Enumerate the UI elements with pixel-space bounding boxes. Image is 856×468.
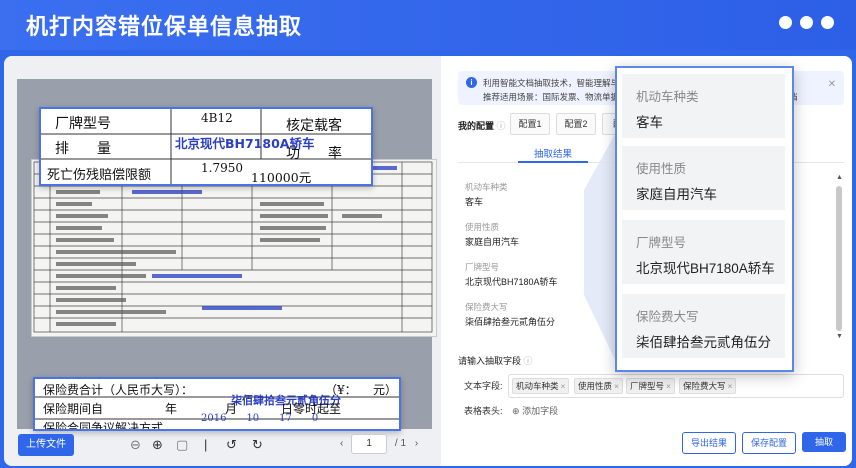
period-date: 2016 10 17 0 xyxy=(201,413,319,424)
popup-item: 厂牌型号 北京现代BH7180A轿车 xyxy=(622,220,785,284)
popup-value: 家庭自用汽车 xyxy=(636,187,717,202)
page-input[interactable]: 1 xyxy=(351,434,388,454)
dot-icon xyxy=(779,16,792,29)
table-header-label: 表格表头: xyxy=(464,406,503,416)
displacement-label: 排 量 xyxy=(55,141,111,157)
seat-label: 核定载客 xyxy=(286,118,342,134)
help-icon: ⓘ xyxy=(523,356,533,366)
field-value: 客车 xyxy=(465,197,484,207)
next-page-icon[interactable]: › xyxy=(415,438,418,449)
my-config-label: 我的配置 ⓘ xyxy=(458,121,506,131)
popup-item: 机动车种类 客车 xyxy=(622,74,785,138)
field-label: 保险费大写 xyxy=(465,302,508,312)
input-fields-label: 请输入抽取字段 ⓘ xyxy=(458,356,533,366)
fit-icon[interactable]: ▢ xyxy=(176,437,188,453)
config-tab-2[interactable]: 配置2 xyxy=(556,113,596,135)
remove-icon[interactable]: × xyxy=(728,381,733,391)
popup-label: 保险费大写 xyxy=(636,310,699,324)
tab-underline xyxy=(518,161,588,163)
document-canvas: 厂牌型号 4B12 核定载客 排 量 北京现代BH7180A轿车 功 率 死亡伤… xyxy=(17,79,437,431)
popup-value: 柒佰肆拾叁元贰角伍分 xyxy=(636,335,771,350)
engine-code: 4B12 xyxy=(201,111,233,125)
help-icon: ⓘ xyxy=(496,121,506,131)
premium-yuan: 元） xyxy=(373,383,398,397)
popup-item: 使用性质 家庭自用汽车 xyxy=(622,146,785,210)
save-config-button[interactable]: 保存配置 xyxy=(742,432,796,454)
popup-label: 机动车种类 xyxy=(636,90,699,104)
prev-page-icon[interactable]: ‹ xyxy=(340,438,343,449)
export-result-button[interactable]: 导出结果 xyxy=(682,432,736,454)
remove-icon[interactable]: × xyxy=(561,381,566,391)
page-title: 机打内容错位保单信息抽取 xyxy=(26,15,303,40)
upload-button[interactable]: 上传文件 xyxy=(18,434,74,456)
chip-brand-model[interactable]: 厂牌型号 × xyxy=(626,378,675,394)
dot-icon xyxy=(800,16,813,29)
add-icon: ⊕ xyxy=(512,406,520,416)
scroll-down-icon[interactable]: ▼ xyxy=(836,333,843,340)
remove-icon[interactable]: × xyxy=(666,381,671,391)
rotate-left-icon[interactable]: ↺ xyxy=(226,437,237,453)
brand-model-label: 厂牌型号 xyxy=(55,116,111,132)
add-field-button[interactable]: ⊕ 添加字段 xyxy=(512,404,558,417)
chip-vehicle-type[interactable]: 机动车种类 × xyxy=(512,378,570,394)
compensation-amount: 110000元 xyxy=(251,170,312,185)
info-icon: i xyxy=(466,77,477,88)
field-label: 使用性质 xyxy=(465,222,500,232)
text-field-label: 文本字段: xyxy=(464,381,503,391)
period-label: 保险期间自 xyxy=(43,402,104,416)
popup-item: 保险费大写 柒佰肆拾叁元贰角伍分 xyxy=(622,294,785,358)
rotate-right-icon[interactable]: ↻ xyxy=(252,437,263,453)
chip-premium[interactable]: 保险费大写 × xyxy=(679,378,737,394)
extraction-preview-popup: 机动车种类 客车 使用性质 家庭自用汽车 厂牌型号 北京现代BH7180A轿车 … xyxy=(615,66,794,372)
close-icon[interactable]: ✕ xyxy=(828,79,836,90)
field-label: 机动车种类 xyxy=(465,182,508,192)
viewer-toolbar: 上传文件 ⊖ ⊕ ▢ | ↺ ↻ ‹ 1 / 1 › xyxy=(4,428,441,466)
window-controls xyxy=(779,16,834,29)
zoomed-bottom-snippet: 保险费合计（人民币大写）： （¥： 元） 柒佰肆拾叁元贰角伍分 保险期间自 年 … xyxy=(33,377,401,431)
popup-value: 北京现代BH7180A轿车 xyxy=(636,261,775,276)
popup-value: 客车 xyxy=(636,115,663,130)
dot-icon xyxy=(821,16,834,29)
document-viewer: 厂牌型号 4B12 核定载客 排 量 北京现代BH7180A轿车 功 率 死亡伤… xyxy=(4,56,441,466)
remove-icon[interactable]: × xyxy=(614,381,619,391)
period-year-label: 年 xyxy=(165,402,178,416)
zoom-in-icon[interactable]: ⊕ xyxy=(152,437,163,453)
field-value: 家庭自用汽车 xyxy=(465,237,520,247)
extract-button[interactable]: 抽取 xyxy=(802,432,846,452)
field-label: 厂牌型号 xyxy=(465,262,500,272)
death-compensation-label: 死亡伤残赔偿限额 xyxy=(47,168,152,183)
config-tab-1[interactable]: 配置1 xyxy=(510,113,550,135)
zoom-out-icon[interactable]: ⊖ xyxy=(130,437,141,453)
chip-usage[interactable]: 使用性质 × xyxy=(574,378,623,394)
popup-label: 使用性质 xyxy=(636,162,687,176)
pager: ‹ 1 / 1 › xyxy=(340,434,418,454)
app-header: 机打内容错位保单信息抽取 xyxy=(0,0,856,50)
scrollbar[interactable] xyxy=(836,186,842,331)
scroll-up-icon[interactable]: ▲ xyxy=(836,174,843,181)
divider-icon: | xyxy=(204,437,208,452)
field-value: 北京现代BH7180A轿车 xyxy=(465,277,558,287)
popup-label: 厂牌型号 xyxy=(636,236,687,250)
page-total: / 1 xyxy=(394,438,407,449)
premium-total-label: 保险费合计（人民币大写）： xyxy=(43,383,194,397)
zoomed-top-snippet: 厂牌型号 4B12 核定载客 排 量 北京现代BH7180A轿车 功 率 死亡伤… xyxy=(39,107,373,186)
tab-extraction-result[interactable]: 抽取结果 xyxy=(534,146,572,160)
power-label: 功 率 xyxy=(286,146,342,162)
displacement-value: 1.7950 xyxy=(201,161,243,175)
field-value: 柒佰肆拾叁元贰角伍分 xyxy=(465,317,556,327)
